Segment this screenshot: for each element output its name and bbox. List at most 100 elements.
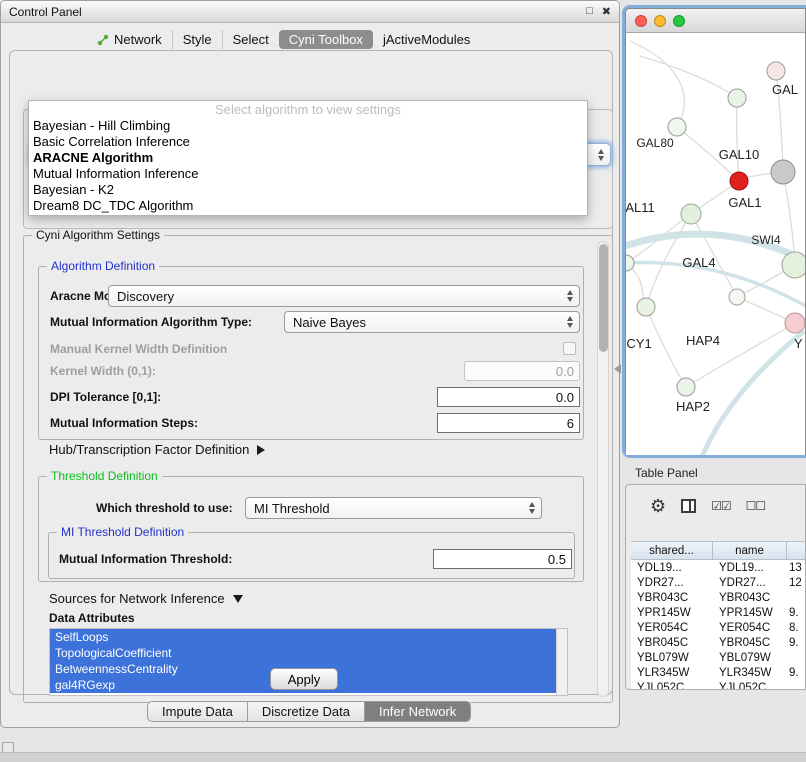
apply-button[interactable]: Apply: [270, 668, 338, 690]
bottom-tab-impute[interactable]: Impute Data: [148, 702, 247, 721]
group-title: Algorithm Definition: [47, 259, 159, 273]
manual-kernel-checkbox[interactable]: [563, 342, 576, 355]
algorithm-option[interactable]: ARACNE Algorithm: [29, 150, 587, 166]
settings-scrollbar[interactable]: [597, 241, 609, 697]
tab-cyni-toolbox[interactable]: Cyni Toolbox: [279, 30, 373, 49]
dpi-tolerance-input[interactable]: [437, 387, 580, 407]
network-node-label: Y: [794, 336, 803, 351]
expanded-arrow-icon: [233, 595, 243, 603]
float-window-icon[interactable]: □: [586, 5, 593, 18]
table-cell: YPR145W: [631, 607, 713, 619]
algorithm-option[interactable]: Mutual Information Inference: [29, 166, 587, 182]
table-row[interactable]: YER054CYER054C8.: [631, 620, 806, 635]
network-node[interactable]: [677, 378, 695, 396]
network-node-label: HAP2: [676, 399, 710, 414]
traffic-light-close[interactable]: [635, 15, 647, 27]
table-row[interactable]: YBR045CYBR045C9.: [631, 635, 806, 650]
network-node[interactable]: [728, 89, 746, 107]
network-node[interactable]: [785, 313, 805, 333]
table-cell: YER054C: [631, 622, 713, 634]
table-cell: YER054C: [713, 622, 787, 634]
algorithm-option[interactable]: Basic Correlation Inference: [29, 134, 587, 150]
table-cell: YDR27...: [631, 577, 713, 589]
network-node-label: GAL1: [728, 195, 761, 210]
group-title: Cyni Algorithm Settings: [32, 228, 164, 242]
algorithm-dropdown-list: Bayesian - Hill ClimbingBasic Correlatio…: [29, 118, 587, 214]
bottom-tab-infer[interactable]: Infer Network: [364, 702, 470, 721]
network-node-label: GAL: [772, 82, 798, 97]
traffic-light-minimize[interactable]: [654, 15, 666, 27]
list-scrollbar[interactable]: [556, 629, 567, 695]
mi-type-label: Mutual Information Algorithm Type:: [50, 311, 252, 333]
table-row[interactable]: YBR043CYBR043C: [631, 590, 806, 605]
network-node[interactable]: [681, 204, 701, 224]
aracne-mode-select[interactable]: Discovery: [108, 285, 580, 307]
network-window-titlebar: [626, 9, 805, 33]
algorithm-option[interactable]: Dream8 DC_TDC Algorithm: [29, 198, 587, 214]
network-node-label: GCY1: [626, 336, 652, 351]
gear-icon[interactable]: ⚙: [650, 497, 666, 515]
attribute-item[interactable]: TopologicalCoefficient: [50, 645, 556, 661]
threshold-type-select[interactable]: MI Threshold: [245, 497, 542, 519]
column-header-name[interactable]: name: [713, 542, 787, 559]
hub-definition-toggle[interactable]: Hub/Transcription Factor Definition: [49, 442, 265, 458]
tab-style[interactable]: Style: [172, 30, 222, 49]
hub-definition-label: Hub/Transcription Factor Definition: [49, 442, 249, 458]
table-row[interactable]: YLR345WYLR345W9.: [631, 665, 806, 680]
splitter-collapse-icon[interactable]: [614, 364, 621, 374]
mi-threshold-input[interactable]: [433, 549, 572, 569]
column-header-shared[interactable]: shared...: [631, 542, 713, 559]
attribute-item[interactable]: SelfLoops: [50, 629, 556, 645]
network-node[interactable]: [767, 62, 785, 80]
table-cell: YBL079W: [631, 652, 713, 664]
network-node[interactable]: [730, 172, 748, 190]
columns-icon[interactable]: [681, 499, 696, 513]
table-cell: YDL19...: [631, 562, 713, 574]
network-canvas-svg: GALGAL80GAL10GAL11GAL1SWI4GAL4GCY1HAP4YH…: [626, 33, 805, 455]
mi-steps-input[interactable]: [437, 413, 580, 433]
network-node-label: GAL80: [636, 136, 674, 150]
tab-select[interactable]: Select: [222, 30, 279, 49]
mi-algorithm-type-select[interactable]: Naive Bayes: [284, 311, 580, 333]
table-cell: YJL052C: [713, 682, 787, 691]
sources-toggle[interactable]: Sources for Network Inference: [49, 591, 243, 607]
collapsed-arrow-icon: [257, 445, 265, 455]
network-node[interactable]: [771, 160, 795, 184]
node-table: shared... name YDL19...YDL19...13YDR27..…: [631, 541, 806, 690]
network-node[interactable]: [782, 252, 805, 278]
checked-pair-icon[interactable]: ☑☑: [711, 499, 731, 513]
algorithm-option[interactable]: Bayesian - Hill Climbing: [29, 118, 587, 134]
network-node[interactable]: [637, 298, 655, 316]
column-header-extra[interactable]: [787, 542, 806, 559]
network-node[interactable]: [729, 289, 745, 305]
close-window-icon[interactable]: ✖: [602, 5, 611, 18]
kernel-width-input[interactable]: [464, 361, 580, 381]
table-row[interactable]: YPR145WYPR145W9.: [631, 605, 806, 620]
network-view-window: GALGAL80GAL10GAL11GAL1SWI4GAL4GCY1HAP4YH…: [625, 8, 806, 455]
table-row[interactable]: YDL19...YDL19...13: [631, 560, 806, 575]
table-cell: 9.: [787, 607, 806, 619]
bottom-tab-discretize[interactable]: Discretize Data: [247, 702, 364, 721]
tab-label: Style: [183, 32, 212, 47]
table-row[interactable]: YJL052CYJL052C: [631, 680, 806, 690]
table-row[interactable]: YDR27...YDR27...12: [631, 575, 806, 590]
data-attributes-label: Data Attributes: [49, 607, 135, 629]
tab-jactivemodules[interactable]: jActiveModules: [373, 30, 480, 49]
cyni-algorithm-settings-group: Cyni Algorithm Settings Algorithm Defini…: [23, 235, 613, 703]
mi-threshold-group: MI Threshold Definition Mutual Informati…: [48, 532, 575, 579]
algorithm-option[interactable]: Bayesian - K2: [29, 182, 587, 198]
dpi-tolerance-label: DPI Tolerance [0,1]:: [50, 386, 161, 408]
tab-network[interactable]: Network: [87, 30, 172, 49]
which-threshold-label: Which threshold to use:: [96, 497, 233, 519]
network-node[interactable]: [668, 118, 686, 136]
settings-scrollbar-thumb[interactable]: [599, 244, 608, 352]
combo-value: Naive Bayes: [293, 315, 366, 330]
bottom-tabs: Impute Data Discretize Data Infer Networ…: [147, 701, 471, 722]
group-title: Threshold Definition: [47, 469, 162, 483]
table-row[interactable]: YBL079WYBL079W: [631, 650, 806, 665]
table-cell: YDL19...: [713, 562, 787, 574]
network-canvas[interactable]: GALGAL80GAL10GAL11GAL1SWI4GAL4GCY1HAP4YH…: [626, 33, 805, 455]
unchecked-pair-icon[interactable]: ☐☐: [746, 499, 766, 513]
traffic-light-zoom[interactable]: [673, 15, 685, 27]
network-node-label: GAL4: [682, 255, 715, 270]
